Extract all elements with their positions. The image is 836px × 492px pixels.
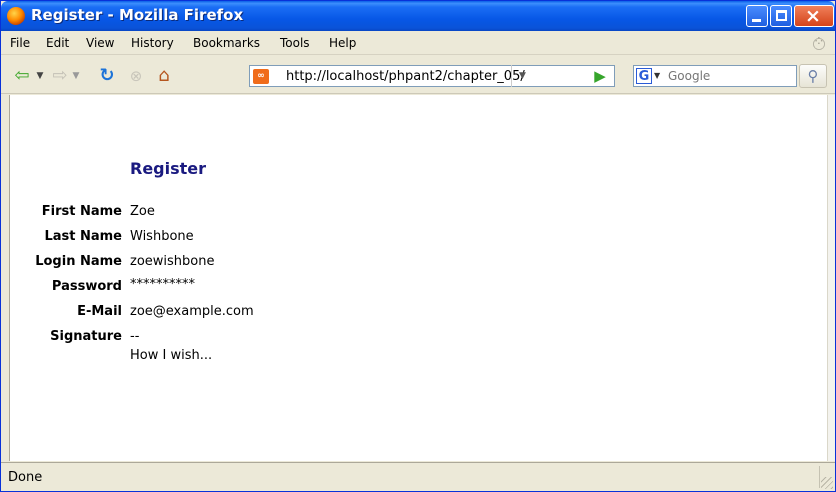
menu-view[interactable]: View — [86, 36, 114, 50]
chevron-down-icon: ▼ — [72, 71, 80, 81]
stop-icon: ⊗ — [129, 67, 143, 85]
back-arrow-icon: ⇦ — [14, 65, 30, 86]
forward-button[interactable]: ⇨ — [49, 65, 71, 87]
back-button[interactable]: ⇦ — [11, 65, 33, 87]
magnifier-icon: ⚲ — [807, 67, 819, 85]
browser-window: Register - Mozilla Firefox × File Edit V… — [0, 0, 836, 492]
maximize-icon — [776, 10, 787, 21]
content-scroll-track[interactable] — [827, 95, 835, 461]
url-bar[interactable]: ∞ http://localhost/phpant2/chapter_05/ — [249, 65, 615, 87]
chevron-down-icon: ▼ — [519, 71, 526, 81]
stop-button[interactable]: ⊗ — [125, 65, 147, 87]
menu-file[interactable]: File — [10, 36, 30, 50]
page-content: Register First Name Zoe Last Name Wishbo… — [9, 95, 827, 461]
close-icon: × — [805, 5, 821, 27]
menu-tools[interactable]: Tools — [280, 36, 310, 50]
reload-button[interactable]: ↻ — [96, 65, 118, 87]
signature-label: Signature — [50, 329, 122, 344]
first-name-value: Zoe — [130, 204, 155, 219]
menu-help[interactable]: Help — [329, 36, 356, 50]
url-history-dropdown[interactable]: ▼ — [511, 65, 533, 87]
status-bar: Done — [1, 462, 835, 491]
close-button[interactable]: × — [794, 5, 834, 27]
chevron-down-icon: ▼ — [36, 71, 44, 81]
menu-history[interactable]: History — [131, 36, 174, 50]
search-box[interactable]: G ▼ — [633, 65, 797, 87]
search-input[interactable] — [668, 69, 790, 83]
signature-value-line2: How I wish... — [130, 348, 213, 363]
email-value: zoe@example.com — [130, 304, 254, 319]
chevron-down-icon: ▼ — [654, 71, 661, 80]
search-engine-selector[interactable]: G — [636, 68, 652, 84]
menu-bar: File Edit View History Bookmarks Tools H… — [1, 31, 835, 55]
firefox-logo-icon — [7, 7, 25, 25]
password-label: Password — [51, 279, 122, 294]
back-history-dropdown[interactable]: ▼ — [35, 65, 45, 87]
login-name-label: Login Name — [35, 254, 122, 269]
signature-value: -- — [130, 329, 140, 344]
last-name-label: Last Name — [44, 229, 122, 244]
page-title: Register — [130, 159, 207, 178]
forward-history-dropdown[interactable]: ▼ — [71, 65, 81, 87]
menu-bookmarks[interactable]: Bookmarks — [193, 36, 260, 50]
status-text: Done — [8, 470, 43, 485]
login-name-value: zoewishbone — [130, 254, 215, 269]
search-button[interactable]: ⚲ — [799, 64, 827, 88]
play-arrow-icon: ▶ — [594, 67, 606, 85]
title-bar: Register - Mozilla Firefox × — [1, 1, 835, 31]
home-button[interactable]: ⌂ — [153, 65, 175, 87]
menu-edit[interactable]: Edit — [46, 36, 69, 50]
minimize-icon — [752, 19, 761, 22]
reload-icon: ↻ — [99, 65, 115, 86]
maximize-button[interactable] — [770, 5, 792, 27]
minimize-button[interactable] — [746, 5, 768, 27]
forward-arrow-icon: ⇨ — [52, 65, 68, 86]
last-name-value: Wishbone — [130, 229, 194, 244]
email-label: E-Mail — [77, 304, 122, 319]
status-divider — [819, 466, 820, 488]
home-icon: ⌂ — [158, 65, 170, 86]
first-name-label: First Name — [41, 204, 122, 219]
resize-grip-icon[interactable] — [821, 477, 833, 489]
password-value: ********** — [130, 277, 195, 292]
site-favicon-icon: ∞ — [253, 69, 269, 84]
window-title: Register - Mozilla Firefox — [31, 6, 244, 24]
url-input[interactable]: http://localhost/phpant2/chapter_05/ — [286, 69, 586, 84]
go-button[interactable]: ▶ — [590, 67, 610, 85]
activity-throbber-icon — [809, 34, 829, 54]
